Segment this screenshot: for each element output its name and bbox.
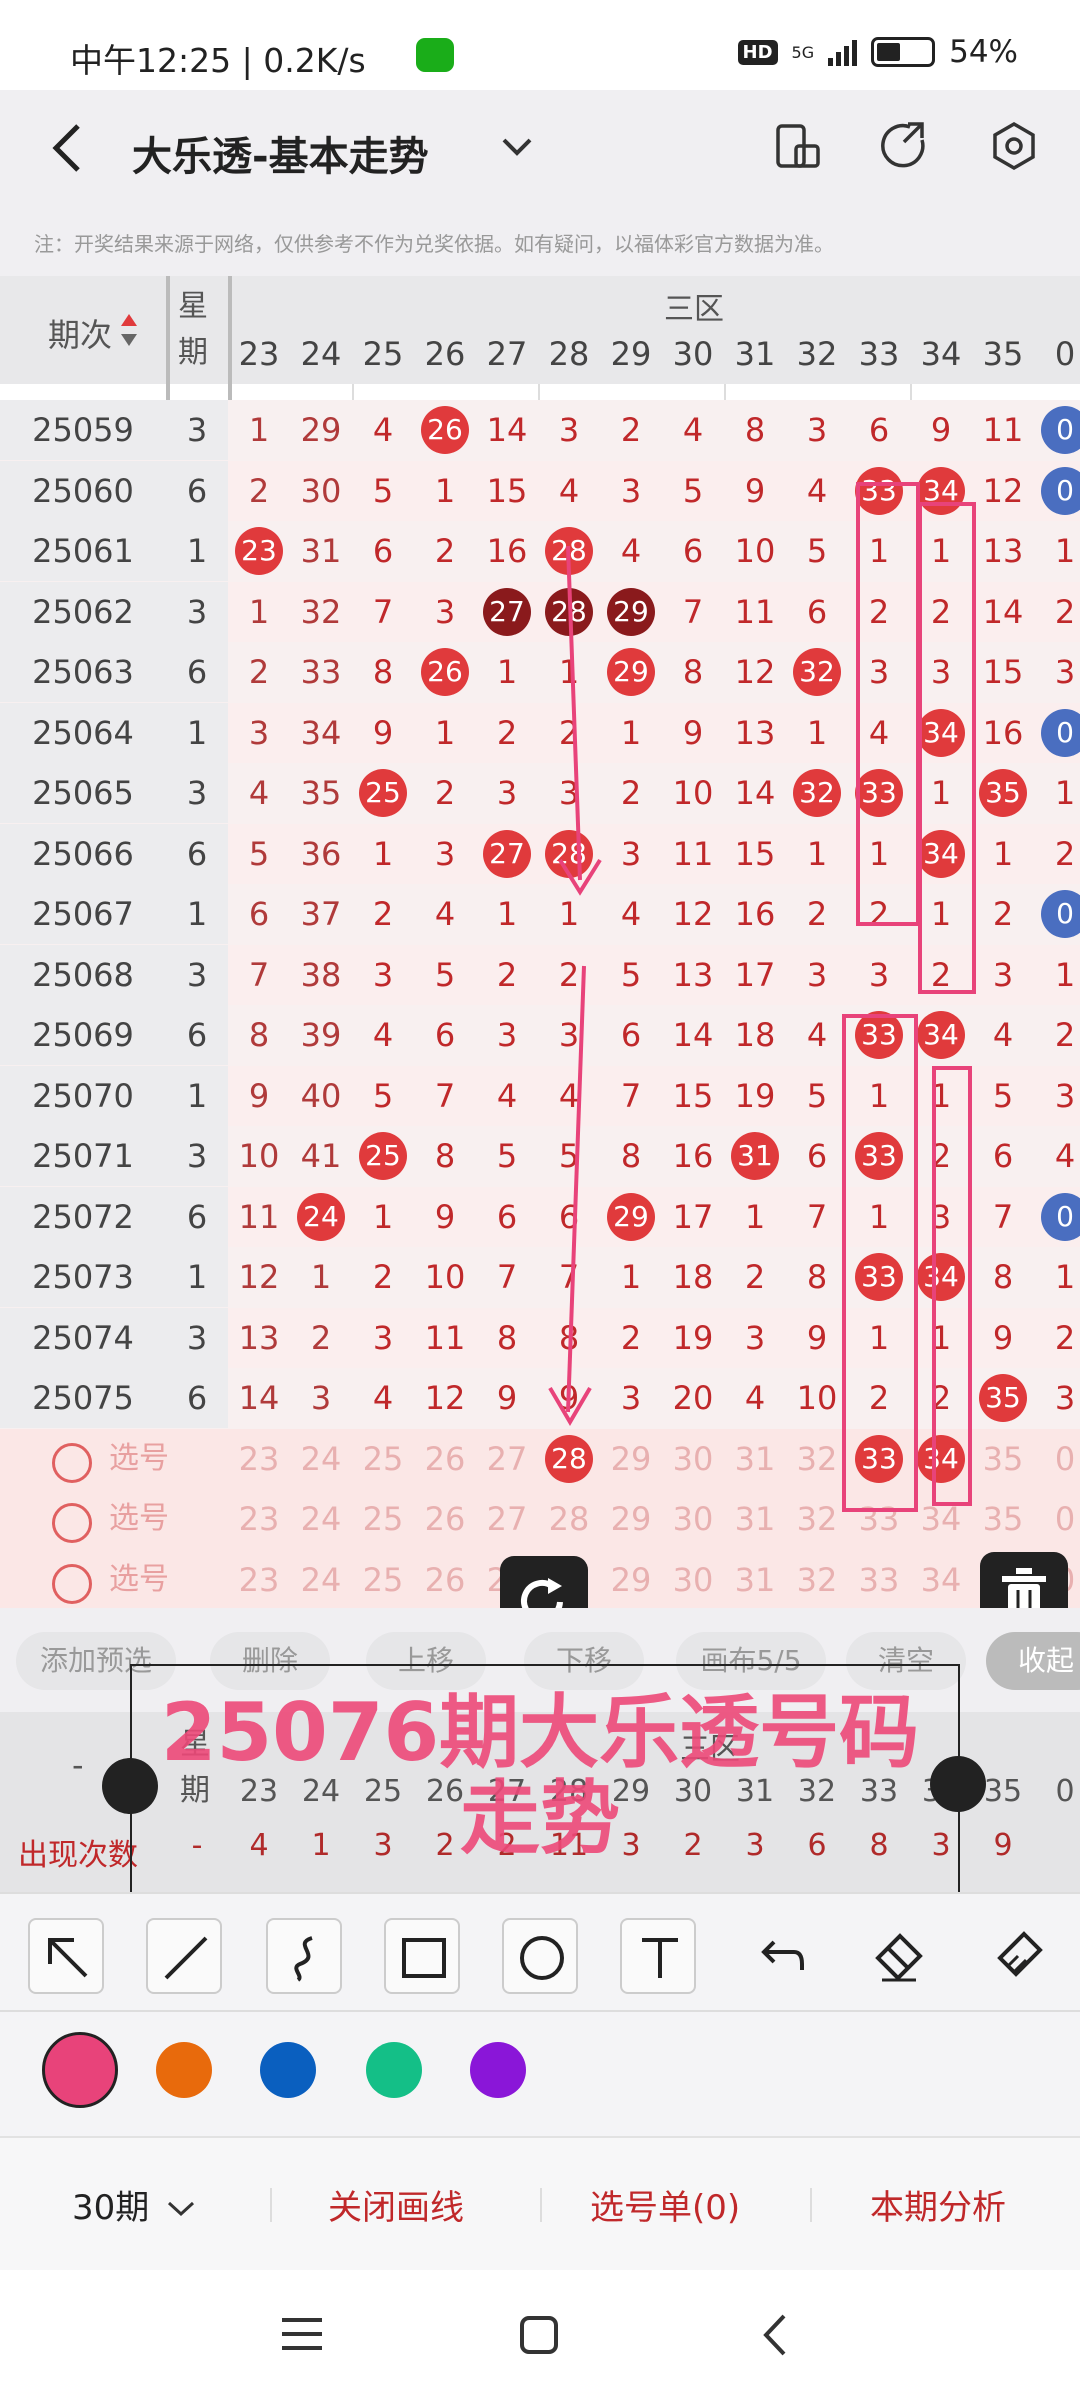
- drawing-layer: [548, 482, 976, 1512]
- color-swatch[interactable]: [470, 2042, 526, 2098]
- rectangle-tool[interactable]: [384, 1918, 460, 1994]
- app-header: 大乐透-基本走势: [0, 90, 1080, 208]
- chevron-down-icon[interactable]: [500, 134, 534, 160]
- network-type: 5G: [791, 42, 815, 62]
- stats-value: 9: [993, 1828, 1013, 1863]
- undo-tool[interactable]: [740, 1918, 816, 1994]
- color-swatch[interactable]: [260, 2042, 316, 2098]
- brush-clear-tool[interactable]: [976, 1918, 1052, 1994]
- circle-tool[interactable]: [502, 1918, 578, 1994]
- close-line-button[interactable]: 关闭画线: [328, 2180, 464, 2229]
- arrow-tool[interactable]: [28, 1918, 104, 1994]
- eraser-icon: [875, 1933, 923, 1982]
- menu-icon[interactable]: [280, 2314, 324, 2354]
- freehand-icon: [294, 1936, 313, 1982]
- rectangle-icon: [402, 1938, 446, 1978]
- text-tool[interactable]: [620, 1918, 696, 1994]
- bottom-bar: 30期 关闭画线 选号单(0) 本期分析: [0, 2136, 1080, 2270]
- system-nav-bar: [0, 2270, 1080, 2400]
- toolbar-chip[interactable]: 收起: [986, 1632, 1080, 1690]
- share-icon[interactable]: [878, 120, 930, 172]
- disclaimer-note: 注：开奖结果来源于网络，仅供参考不作为兑奖依据。如有疑问，以福体彩官方数据为准。: [0, 208, 1080, 276]
- home-icon[interactable]: [518, 2314, 560, 2356]
- annotation-text[interactable]: 25076期大乐透号码 走势: [120, 1690, 960, 1862]
- stats-dash: -: [72, 1746, 84, 1784]
- undo-icon: [761, 1940, 804, 1970]
- analysis-button[interactable]: 本期分析: [870, 2180, 1006, 2229]
- net-speed: 0.2K/s: [263, 41, 366, 80]
- selection-list-button[interactable]: 选号单(0): [590, 2180, 740, 2229]
- status-bar: 中午12:25 | 0.2K/s HD 5G 54%: [0, 0, 1080, 90]
- arrow-icon: [48, 1938, 88, 1978]
- drawn-rectangle: [918, 502, 976, 994]
- text-icon: [642, 1938, 678, 1978]
- wechat-icon: [416, 38, 454, 72]
- circle-icon: [520, 1936, 564, 1980]
- back-nav-icon[interactable]: [760, 2312, 790, 2358]
- eraser-tool[interactable]: [858, 1918, 934, 1994]
- drawn-arrow: [566, 545, 582, 881]
- color-swatch[interactable]: [42, 2032, 118, 2108]
- period-select[interactable]: 30期: [72, 2180, 196, 2229]
- drawn-rectangle: [856, 482, 920, 926]
- trend-table[interactable]: 期次 星期 三区 23 24 25 26 27 28 29 30 31 32 33 34 35 0 2505…: [0, 276, 1080, 1608]
- color-swatch[interactable]: [366, 2042, 422, 2098]
- color-palette: [0, 2010, 1080, 2136]
- hd-icon: HD: [737, 39, 778, 65]
- clock: 中午12:25: [70, 41, 232, 80]
- page-title: 大乐透-基本走势: [132, 134, 429, 180]
- signal-icon: [828, 38, 858, 66]
- drawn-rectangle: [842, 1014, 918, 1512]
- rotate-screen-icon[interactable]: [772, 120, 824, 172]
- line-tool[interactable]: [146, 1918, 222, 1994]
- chevron-down-icon: [168, 2201, 195, 2217]
- settings-icon[interactable]: [988, 120, 1040, 172]
- color-swatch[interactable]: [156, 2042, 212, 2098]
- battery-icon: [871, 37, 936, 67]
- battery-level: 54%: [949, 34, 1018, 70]
- drawing-tools: [0, 1892, 1080, 2010]
- line-icon: [164, 1936, 208, 1980]
- brush-icon: [997, 1931, 1043, 1977]
- stats-number-header: 0: [1055, 1774, 1075, 1809]
- drawn-rectangle: [932, 1066, 972, 1506]
- back-icon[interactable]: [48, 120, 88, 176]
- freehand-tool[interactable]: [266, 1918, 342, 1994]
- drawn-arrow: [566, 965, 586, 1413]
